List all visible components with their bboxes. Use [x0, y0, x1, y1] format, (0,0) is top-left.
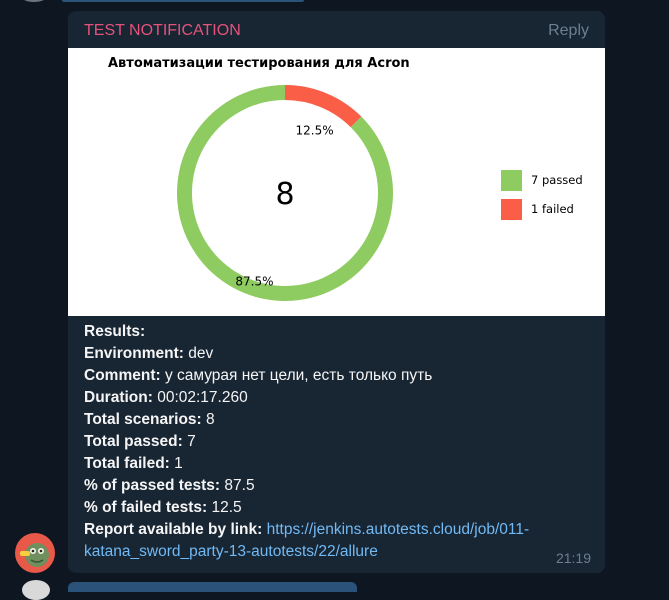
next-message-bubble[interactable]	[68, 582, 357, 592]
legend-item-passed: 7 passed	[501, 168, 583, 192]
legend-swatch-failed	[501, 198, 522, 220]
sender-name[interactable]: TEST NOTIFICATION	[84, 22, 241, 40]
legend-label-failed: 1 failed	[531, 202, 574, 216]
chart-image[interactable]: Автоматизации тестирования для Acron 8 1…	[68, 48, 605, 316]
results-line: Results:	[84, 323, 146, 340]
previous-sender-avatar[interactable]	[20, 0, 48, 2]
comment-line: Comment: у самурая нет цели, есть только…	[84, 367, 433, 384]
frog-avatar-icon[interactable]	[15, 533, 55, 573]
slice-label-passed: 87.5%	[235, 275, 273, 289]
previous-message-bubble[interactable]	[62, 0, 304, 2]
duration-line: Duration: 00:02:17.260	[84, 389, 248, 406]
reply-button[interactable]: Reply	[548, 22, 589, 40]
slice-label-failed: 12.5%	[295, 123, 333, 137]
legend-label-passed: 7 passed	[531, 173, 583, 187]
total-passed-line: Total passed: 7	[84, 433, 196, 450]
report-line: Report available by link: https://jenkin…	[84, 521, 530, 560]
message-text: Results: Environment: dev Comment: у сам…	[84, 321, 594, 563]
next-sender-avatar[interactable]	[22, 580, 50, 600]
total-scenarios-line: Total scenarios: 8	[84, 411, 215, 428]
failed-percent-line: % of failed tests: 12.5	[84, 499, 242, 516]
message-time: 21:19	[555, 550, 591, 566]
message-bubble[interactable]: TEST NOTIFICATION Reply Автоматизации те…	[68, 11, 605, 573]
environment-line: Environment: dev	[84, 345, 214, 362]
passed-percent-line: % of passed tests: 87.5	[84, 477, 255, 494]
donut-slice-failed	[285, 85, 362, 128]
total-failed-line: Total failed: 1	[84, 455, 183, 472]
chart-legend: 7 passed 1 failed	[501, 168, 583, 226]
legend-swatch-passed	[501, 169, 522, 191]
chart-center-label: 8	[275, 177, 294, 212]
legend-item-failed: 1 failed	[501, 197, 583, 221]
